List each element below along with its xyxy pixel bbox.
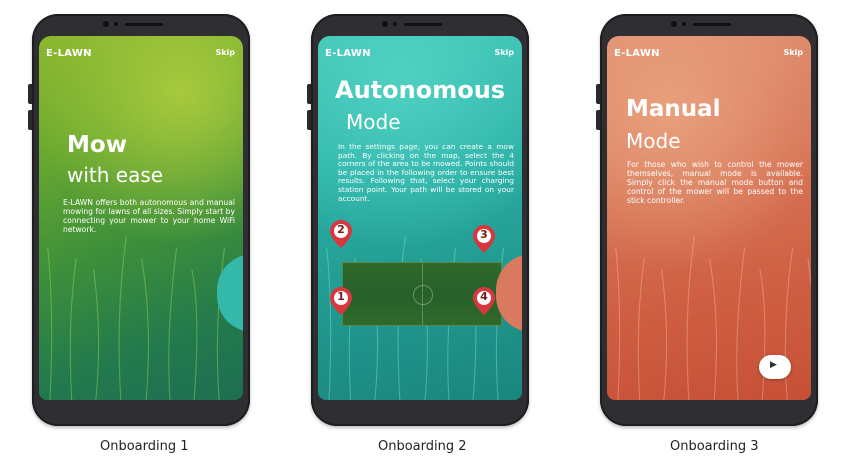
pin-number: 2 [337,223,345,236]
brand-logo: E-LAWN [46,48,92,59]
volume-button [28,84,32,104]
volume-button [28,110,32,130]
front-camera [671,21,677,27]
screen-subtitle: Mode [626,129,681,153]
field-circle [413,285,433,305]
next-button[interactable]: ▶ [759,355,791,379]
onboarding-screen-1: E-LAWN Skip Mow with ease E-LAWN offers … [39,36,243,400]
caption-onboarding-1: Onboarding 1 [100,439,189,454]
volume-button [596,110,600,130]
speaker-grille [125,23,163,26]
screen-title: Autonomous [335,76,506,104]
corner-pin-4: 4 [473,287,495,315]
phone-frame-3: E-LAWN Skip Manual Mode For those who wi… [596,14,818,426]
front-camera [382,21,388,27]
phone-frame-2: E-LAWN Skip Autonomous Mode In the setti… [307,14,529,426]
caption-onboarding-2: Onboarding 2 [378,439,467,454]
brand-logo: E-LAWN [614,48,660,59]
phone-frame-1: E-LAWN Skip Mow with ease E-LAWN offers … [28,14,250,426]
speaker-grille [693,23,731,26]
pin-number: 4 [480,290,488,303]
screen-description: E-LAWN offers both autonomous and manual… [63,198,235,234]
screen-title: Manual [626,96,721,122]
screen-title: Mow [67,132,127,158]
screen-description: For those who wish to control the mower … [627,160,803,205]
pin-number: 1 [337,290,345,303]
screen-subtitle: with ease [67,163,164,187]
play-icon: ▶ [770,360,777,370]
skip-button[interactable]: Skip [783,48,803,57]
volume-button [596,84,600,104]
sensor [114,22,118,26]
brand-logo: E-LAWN [325,48,371,59]
onboarding-screen-2: E-LAWN Skip Autonomous Mode In the setti… [318,36,522,400]
onboarding-screen-3: E-LAWN Skip Manual Mode For those who wi… [607,36,811,400]
volume-button [307,84,311,104]
front-camera [103,21,109,27]
pin-number: 3 [480,228,488,241]
skip-button[interactable]: Skip [494,48,514,57]
volume-button [307,110,311,130]
skip-button[interactable]: Skip [215,48,235,57]
caption-onboarding-3: Onboarding 3 [670,439,759,454]
sensor [393,22,397,26]
screen-subtitle: Mode [346,110,401,134]
corner-pin-2: 2 [330,220,352,248]
corner-pin-3: 3 [473,225,495,253]
corner-pin-1: 1 [330,287,352,315]
sensor [682,22,686,26]
speaker-grille [404,23,442,26]
screen-description: In the settings page, you can create a m… [338,142,514,203]
